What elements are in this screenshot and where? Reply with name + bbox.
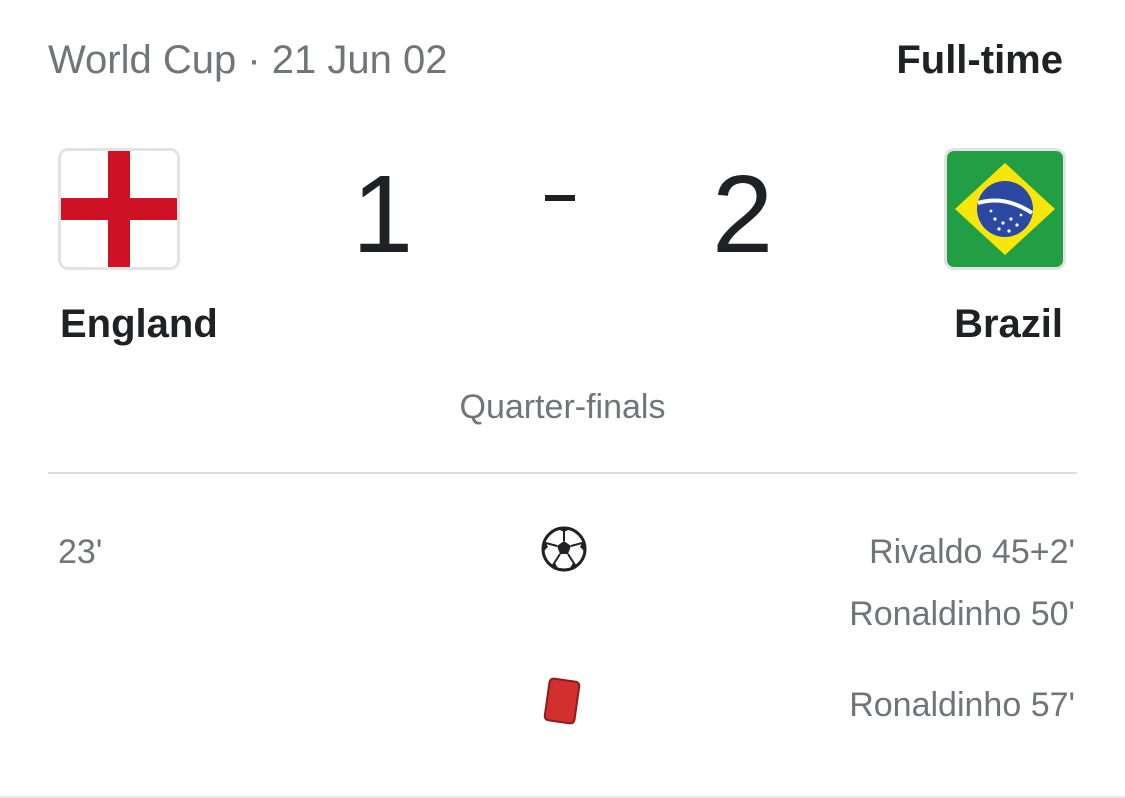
score-separator bbox=[545, 195, 575, 201]
away-goal-event: Rivaldo 45+2' bbox=[869, 533, 1075, 571]
competition-date: World Cup · 21 Jun 02 bbox=[48, 38, 448, 82]
away-team-name: Brazil bbox=[954, 302, 1063, 346]
home-score: 1 bbox=[352, 153, 414, 276]
brazil-flag-icon bbox=[944, 148, 1066, 270]
england-flag-icon bbox=[58, 148, 180, 270]
home-goal-event: 23' bbox=[58, 533, 103, 571]
red-card-icon bbox=[542, 676, 582, 726]
divider bbox=[48, 472, 1077, 474]
home-team-name: England bbox=[60, 302, 218, 346]
match-status: Full-time bbox=[896, 38, 1063, 82]
away-goal-event: Ronaldinho 50' bbox=[849, 595, 1075, 633]
match-stage: Quarter-finals bbox=[459, 388, 666, 426]
soccer-ball-icon bbox=[540, 525, 588, 573]
away-score: 2 bbox=[712, 153, 774, 276]
away-red-card-event: Ronaldinho 57' bbox=[849, 686, 1075, 724]
